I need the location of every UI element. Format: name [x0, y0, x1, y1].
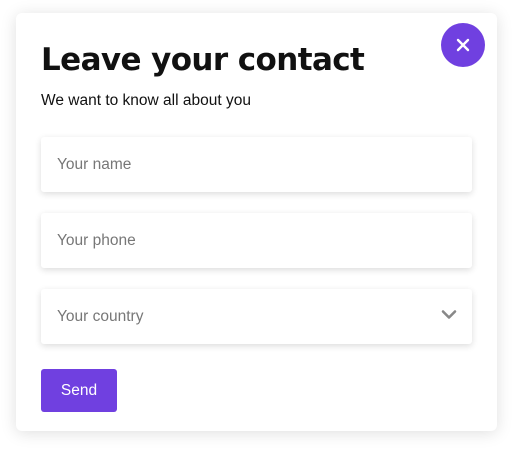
modal-title: Leave your contact [41, 42, 365, 78]
send-button[interactable]: Send [41, 369, 117, 412]
chevron-down-icon [441, 309, 457, 320]
name-field-wrapper [41, 137, 472, 192]
contact-modal: Leave your contact We want to know all a… [16, 13, 497, 431]
phone-input[interactable] [41, 213, 472, 268]
phone-field-wrapper [41, 213, 472, 268]
name-input[interactable] [41, 137, 472, 192]
close-icon [456, 38, 470, 52]
modal-subtitle: We want to know all about you [41, 92, 251, 109]
country-select-placeholder: Your country [57, 308, 144, 325]
country-select[interactable]: Your country [41, 289, 472, 344]
close-button[interactable] [441, 23, 485, 67]
